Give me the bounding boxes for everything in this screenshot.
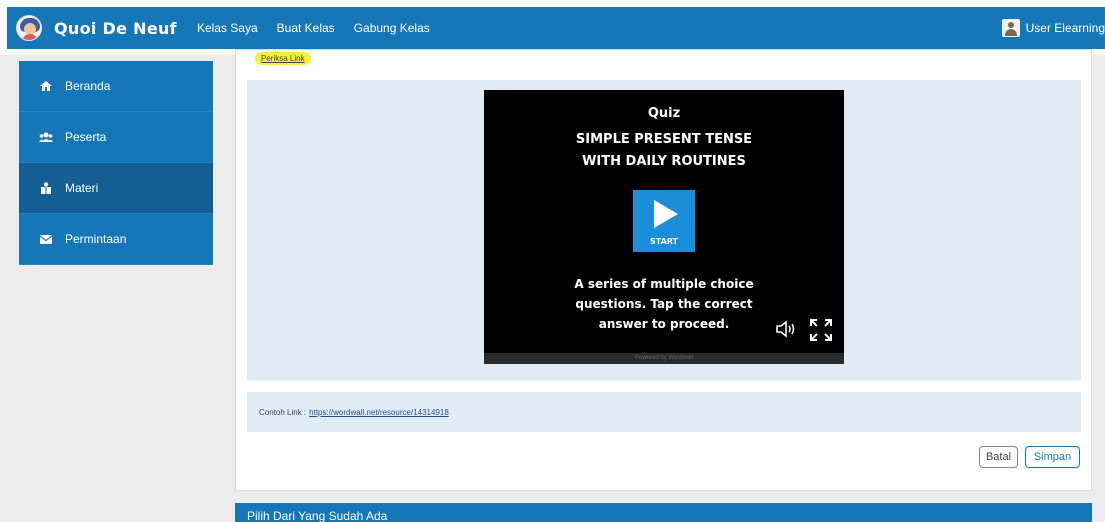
sidebar-item-label: Peserta <box>65 130 107 144</box>
top-navbar: Quoi De Neuf Kelas Saya Buat Kelas Gabun… <box>0 0 1105 55</box>
nav-links: Kelas Saya Buat Kelas Gabung Kelas <box>197 21 449 35</box>
powered-by-footer: Powered by Wordwall <box>484 353 844 364</box>
envelope-icon <box>39 233 53 245</box>
embed-preview: Quiz SIMPLE PRESENT TENSE WITH DAILY ROU… <box>247 80 1081 381</box>
users-icon <box>39 131 53 143</box>
wordwall-embed[interactable]: Quiz SIMPLE PRESENT TENSE WITH DAILY ROU… <box>484 90 844 364</box>
nav-link-gabung-kelas[interactable]: Gabung Kelas <box>354 21 430 35</box>
sidebar-item-beranda[interactable]: Beranda <box>19 61 213 112</box>
example-label: Contoh Link : <box>259 407 307 417</box>
check-link-button[interactable]: Periksa Link <box>255 52 311 65</box>
quiz-desc-line2: questions. Tap the correct <box>575 297 753 311</box>
sidebar-item-label: Permintaan <box>65 232 127 246</box>
cancel-button[interactable]: Batal <box>979 446 1018 468</box>
existing-material-header[interactable]: Pilih Dari Yang Sudah Ada <box>235 503 1092 522</box>
brand-logo[interactable]: Quoi De Neuf <box>16 15 177 41</box>
user-name[interactable]: User Elearning <box>1026 21 1105 35</box>
logo-avatar-icon <box>16 15 42 41</box>
navbar-bar: Quoi De Neuf Kelas Saya Buat Kelas Gabun… <box>7 7 1105 49</box>
quiz-title-line2: WITH DAILY ROUTINES <box>582 154 746 169</box>
user-menu[interactable]: User Elearning <box>1001 7 1105 49</box>
start-button[interactable]: START <box>633 190 695 252</box>
nav-link-buat-kelas[interactable]: Buat Kelas <box>277 21 335 35</box>
box-icon <box>39 182 53 194</box>
example-url-link[interactable]: https://wordwall.net/resource/14314918 <box>309 408 449 417</box>
sidebar-item-label: Beranda <box>65 79 111 93</box>
speaker-icon[interactable] <box>775 319 799 339</box>
save-button[interactable]: Simpan <box>1025 446 1080 468</box>
quiz-desc-line1: A series of multiple choice <box>574 277 754 291</box>
nav-link-kelas-saya[interactable]: Kelas Saya <box>197 21 258 35</box>
play-icon <box>654 200 678 228</box>
user-avatar-icon <box>1001 19 1020 37</box>
sidebar-item-label: Materi <box>65 181 99 195</box>
sidebar-item-materi[interactable]: Materi <box>19 163 213 214</box>
start-label: START <box>649 237 679 246</box>
sidebar: Beranda Peserta Materi Permintaan <box>19 61 213 265</box>
sidebar-item-permintaan[interactable]: Permintaan <box>19 214 213 265</box>
brand-name[interactable]: Quoi De Neuf <box>54 19 177 38</box>
house-icon <box>39 80 53 92</box>
example-link-box: Contoh Link : https://wordwall.net/resou… <box>247 392 1081 432</box>
section-title: Pilih Dari Yang Sudah Ada <box>247 509 388 522</box>
quiz-title-line1: SIMPLE PRESENT TENSE <box>575 132 753 147</box>
material-form-card: Periksa Link Quiz SIMPLE PRESENT TENSE W… <box>235 49 1092 491</box>
quiz-heading: Quiz <box>647 106 681 121</box>
sidebar-item-peserta[interactable]: Peserta <box>19 112 213 163</box>
fullscreen-icon[interactable] <box>808 317 834 343</box>
